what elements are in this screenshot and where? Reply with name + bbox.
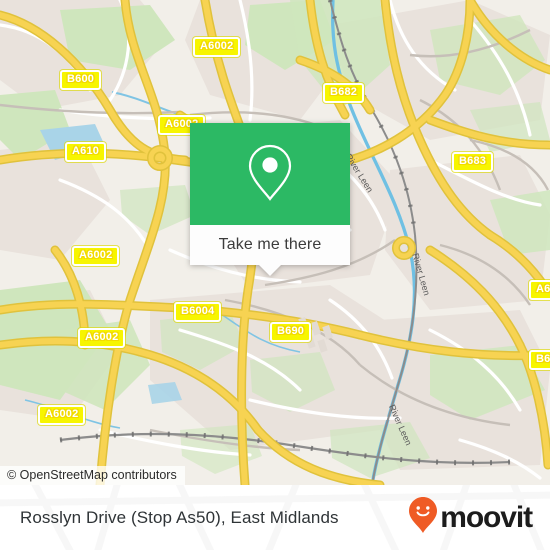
moovit-logo[interactable]: moovit — [408, 485, 533, 550]
footer-bar: Rosslyn Drive (Stop As50), East Midlands… — [0, 485, 550, 550]
moovit-smiley-pin-icon — [408, 496, 438, 539]
map-callout-card[interactable]: Take me there — [190, 123, 350, 276]
road-shield: B683 — [452, 152, 494, 172]
road-shield: B6004 — [174, 302, 222, 322]
road-shield: B682 — [323, 83, 365, 103]
screenshot-root: A6002 B600 B682 A6002 A610 B683 A6002 B6… — [0, 0, 550, 550]
callout-pin-panel — [190, 123, 350, 225]
callout-action-panel[interactable]: Take me there — [190, 225, 350, 276]
road-shield: B600 — [60, 70, 102, 90]
moovit-wordmark: moovit — [440, 500, 533, 534]
road-shield: A6002 — [78, 328, 126, 348]
place-title: Rosslyn Drive (Stop As50), East Midlands — [20, 507, 339, 527]
take-me-there-label: Take me there — [218, 236, 322, 253]
road-shield: A610 — [65, 142, 107, 162]
road-shield: A6002 — [38, 405, 86, 425]
osm-attribution[interactable]: © OpenStreetMap contributors — [0, 466, 185, 485]
road-shield: B6 — [529, 350, 550, 370]
road-shield: A6002 — [72, 246, 120, 266]
map-pin-icon — [244, 141, 296, 208]
callout-pointer — [259, 265, 281, 276]
road-shield: A6002 — [193, 37, 241, 57]
road-shield: A6 — [529, 280, 550, 300]
road-shield: B690 — [270, 322, 312, 342]
